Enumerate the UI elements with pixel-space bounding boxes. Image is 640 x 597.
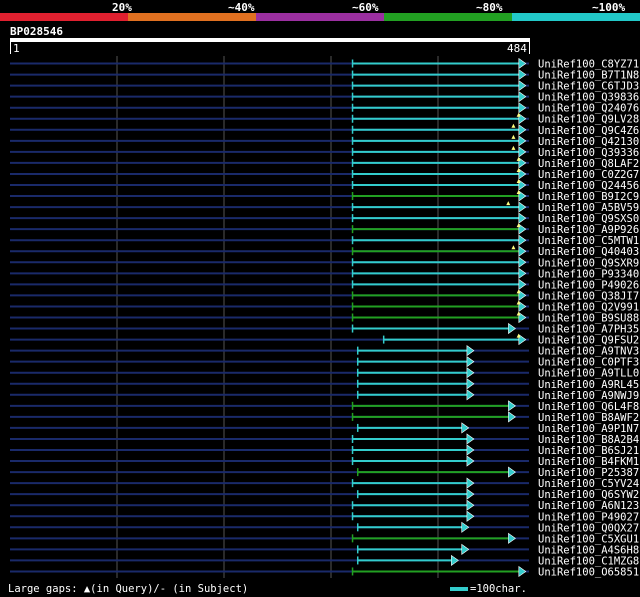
hit-row[interactable]: UniRef100_Q40403 <box>10 245 639 258</box>
large-gaps-legend: Large gaps: ▲(in Query)/- (in Subject) <box>8 583 249 595</box>
alignment-end-arrow-icon <box>518 102 527 114</box>
alignment-end-arrow-icon <box>508 322 516 335</box>
alignment-end-arrow-icon <box>518 91 527 103</box>
alignment-end-arrow-icon <box>518 135 527 147</box>
alignment-end-arrow-icon <box>466 378 475 390</box>
alignment-end-arrow-icon <box>466 455 475 467</box>
alignment-end-arrow-icon <box>518 278 527 290</box>
alignment-end-arrow-icon <box>518 212 527 224</box>
alignment-end-arrow-icon <box>451 554 459 567</box>
alignment-end-arrow-icon <box>466 510 475 522</box>
alignment-end-arrow-icon <box>518 80 527 92</box>
query-gap-marker-icon <box>511 145 516 150</box>
alignment-end-arrow-icon <box>508 466 516 478</box>
hit-row[interactable]: UniRef100_A5BV59 <box>10 201 639 214</box>
hit-row[interactable]: UniRef100_Q2V991 <box>10 300 639 313</box>
alignment-end-arrow-icon <box>518 565 527 578</box>
scale-bar <box>450 587 468 591</box>
alignment-end-arrow-icon <box>461 422 470 434</box>
hit-row[interactable]: UniRef100_C0Z2G7 <box>10 167 639 181</box>
alignment-end-arrow-icon <box>518 68 527 81</box>
alignment-end-arrow-icon <box>508 532 516 544</box>
query-gap-marker-icon <box>511 123 516 128</box>
query-gap-marker-icon <box>506 201 511 206</box>
alignment-end-arrow-icon <box>466 477 475 489</box>
alignment-end-arrow-icon <box>466 345 475 357</box>
alignment-end-arrow-icon <box>518 201 527 213</box>
alignment-end-arrow-icon <box>466 488 475 500</box>
alignment-end-arrow-icon <box>466 499 475 511</box>
alignment-end-arrow-icon <box>461 521 470 533</box>
hit-row[interactable]: UniRef100_Q38JI7 <box>10 289 639 302</box>
alignment-end-arrow-icon <box>508 400 516 412</box>
alignment-end-arrow-icon <box>518 124 527 136</box>
hit-row[interactable]: UniRef100_Q9FSU2 <box>10 333 639 347</box>
alignment-end-arrow-icon <box>466 356 475 368</box>
query-gap-marker-icon <box>511 134 516 139</box>
alignment-end-arrow-icon <box>518 146 527 158</box>
hit-row[interactable]: UniRef100_Q9C4Z6 <box>10 123 639 137</box>
scale-label: =100char. <box>470 583 527 595</box>
alignment-end-arrow-icon <box>466 444 475 456</box>
alignment-end-arrow-icon <box>518 57 527 70</box>
scale-legend: =100char. <box>450 583 527 595</box>
alignment-end-arrow-icon <box>518 267 527 279</box>
hit-row[interactable]: UniRef100_Q24456 <box>10 178 639 192</box>
alignment-end-arrow-icon <box>466 389 475 401</box>
alignment-plot: UniRef100_C8YZ71UniRef100_B7T1N8UniRef10… <box>10 56 639 578</box>
alignment-end-arrow-icon <box>466 433 475 445</box>
hit-label[interactable]: UniRef100_O65851 <box>538 566 639 578</box>
alignment-end-arrow-icon <box>508 411 516 423</box>
alignment-end-arrow-icon <box>518 245 527 257</box>
alignment-end-arrow-icon <box>461 543 470 555</box>
hit-row[interactable]: UniRef100_Q42130 <box>10 134 639 148</box>
alignment-end-arrow-icon <box>518 234 527 246</box>
alignment-end-arrow-icon <box>466 367 475 379</box>
hit-row[interactable]: UniRef100_O65851 <box>10 565 639 578</box>
query-gap-marker-icon <box>511 245 516 250</box>
alignment-end-arrow-icon <box>518 256 527 268</box>
